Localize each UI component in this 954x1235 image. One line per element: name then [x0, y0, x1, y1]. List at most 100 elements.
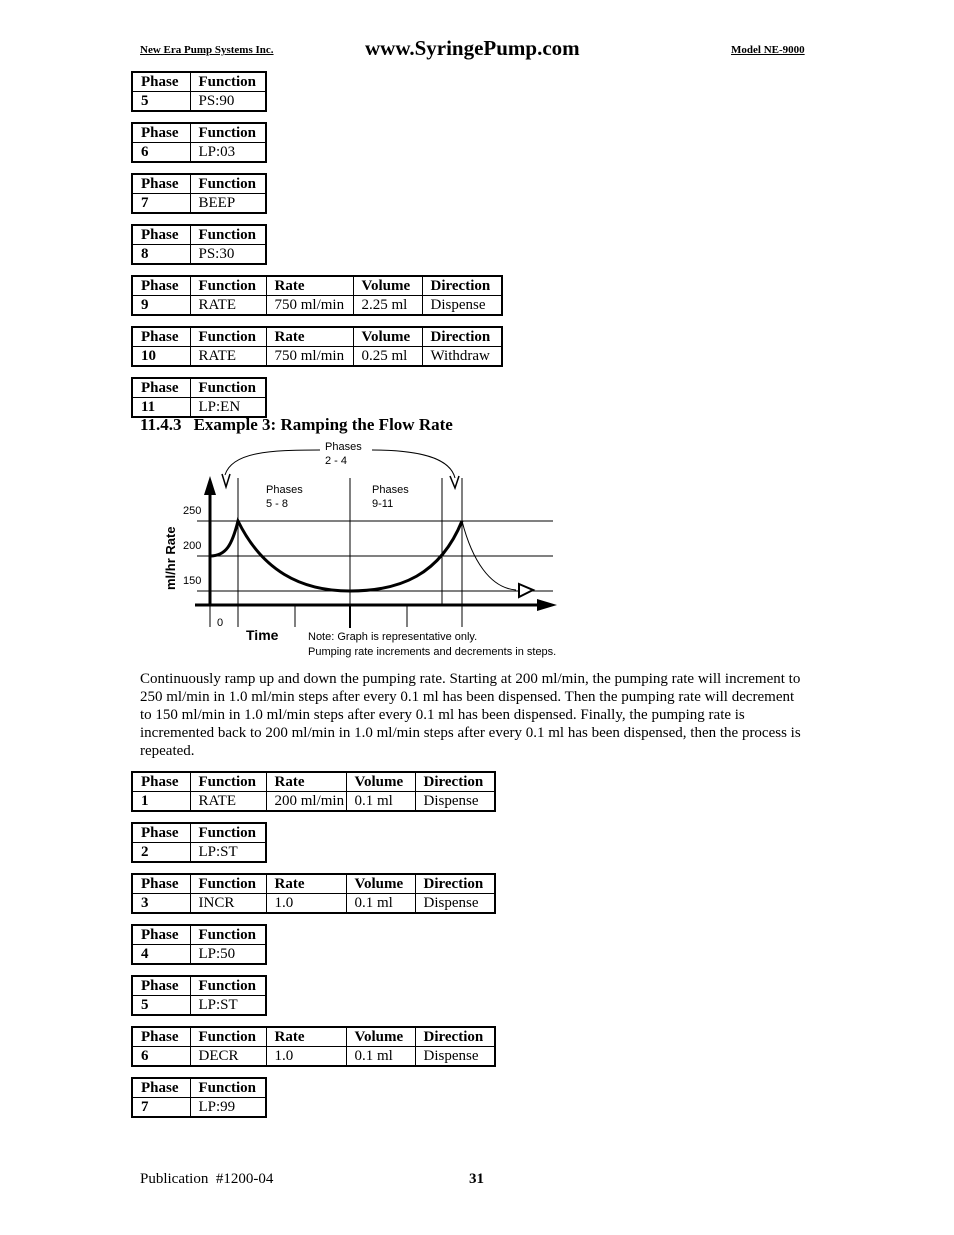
ramp-diagram: Phases 2 - 4 Phases 5 - 8 Phases 9-11 25… [163, 441, 557, 658]
cell-rate: 1.0 [265, 1046, 346, 1066]
column-header-function: Function [189, 874, 266, 894]
table-header-row: Phase Function Rate Volume Direction [132, 1027, 495, 1047]
x-axis-label: Time [246, 627, 279, 643]
cell-rate: 750 ml/min [265, 295, 353, 315]
column-header-phase: Phase [132, 1027, 190, 1047]
table-row: 1 RATE 200 ml/min 0.1 ml Dispense [132, 791, 495, 811]
cell-phase: 1 [141, 793, 149, 809]
note-line-1: Note: Graph is representative only. [308, 631, 477, 643]
column-header-phase: Phase [132, 378, 190, 398]
column-header-function: Function [189, 276, 266, 296]
column-header-function: Function [189, 378, 266, 398]
column-header-function: Function [189, 72, 266, 92]
column-header-direction: Direction [421, 327, 502, 347]
table-header-row: Phase Function Rate Volume Direction [132, 327, 502, 347]
column-header-rate: Rate [265, 327, 353, 347]
cell-rate: 200 ml/min [265, 791, 346, 811]
column-header-function: Function [189, 976, 266, 996]
table-row: 4 LP:50 [132, 944, 266, 964]
cell-phase: 6 [141, 1048, 149, 1064]
column-header-phase: Phase [132, 276, 190, 296]
column-header-phase: Phase [132, 1078, 190, 1098]
footer-page-number: 31 [469, 1171, 484, 1187]
column-header-function: Function [189, 1078, 266, 1098]
column-header-direction: Direction [414, 874, 495, 894]
cell-direction: Dispense [414, 893, 495, 913]
table-row: 6 LP:03 [132, 142, 266, 162]
column-header-function: Function [189, 123, 266, 143]
table-header-row: Phase Function [132, 823, 266, 843]
cell-volume: 0.1 ml [345, 791, 415, 811]
cell-function: PS:30 [189, 244, 266, 264]
section-title: Example 3: Ramping the Flow Rate [193, 415, 453, 434]
loop-label-2: 2 - 4 [325, 455, 347, 467]
cell-function: LP:99 [189, 1097, 266, 1117]
cell-direction: Dispense [414, 1046, 495, 1066]
region1-label-1: Phases [266, 484, 303, 496]
description-paragraph: Continuously ramp up and down the pumpin… [140, 671, 801, 759]
cell-function: PS:90 [189, 91, 266, 111]
cell-function: LP:ST [189, 842, 266, 862]
phase-table: Phase Function 5 LP:ST [131, 975, 267, 1016]
cell-phase: 7 [141, 1099, 149, 1115]
loop-arrowhead-icon [221, 473, 460, 491]
phase-table: Phase Function Rate Volume Direction 3 INCR 1.0… [131, 873, 496, 914]
table-row: 2 LP:ST [132, 842, 266, 862]
column-header-function: Function [189, 772, 266, 792]
table-row: 3 INCR 1.0 0.1 ml Dispense [132, 893, 495, 913]
column-header-phase: Phase [132, 874, 190, 894]
column-header-function: Function [189, 1027, 266, 1047]
table-header-row: Phase Function [132, 174, 266, 194]
table-row: 6 DECR 1.0 0.1 ml Dispense [132, 1046, 495, 1066]
cell-phase: 2 [141, 844, 149, 860]
note-line-2: Pumping rate increments and decrements i… [308, 646, 556, 658]
phase-table: Phase Function Rate Volume Direction 6 DECR 1.0… [131, 1026, 496, 1067]
table-header-row: Phase Function Rate Volume Direction [132, 276, 502, 296]
table-row: 9 RATE 750 ml/min 2.25 ml Dispense [132, 295, 502, 315]
column-header-phase: Phase [132, 327, 190, 347]
region2-label-1: Phases [372, 484, 409, 496]
cell-volume: 0.1 ml [345, 1046, 415, 1066]
repeat-arrow-icon [518, 582, 536, 599]
table-header-row: Phase Function [132, 1078, 266, 1098]
cell-phase: 8 [141, 246, 149, 262]
section-number: 11.4.3 [140, 415, 182, 434]
column-header-volume: Volume [352, 276, 422, 296]
cell-phase: 9 [141, 297, 149, 313]
column-header-rate: Rate [265, 276, 353, 296]
cell-phase: 4 [141, 946, 149, 962]
cell-function: LP:50 [189, 944, 266, 964]
phase-table: Phase Function 6 LP:03 [131, 122, 267, 163]
column-header-direction: Direction [421, 276, 502, 296]
column-header-function: Function [189, 823, 266, 843]
cell-volume: 0.1 ml [345, 893, 415, 913]
cell-direction: Withdraw [421, 346, 502, 366]
table-header-row: Phase Function Rate Volume Direction [132, 772, 495, 792]
column-header-rate: Rate [265, 1027, 346, 1047]
phase-table: Phase Function 2 LP:ST [131, 822, 267, 863]
phase-table: Phase Function 7 LP:99 [131, 1077, 267, 1118]
section-heading: 11.4.3 Example 3: Ramping the Flow Rate [140, 415, 453, 435]
cell-function: RATE [189, 295, 266, 315]
cell-function: BEEP [189, 193, 266, 213]
phase-table: Phase Function Rate Volume Direction 10 RATE 75… [131, 326, 503, 367]
phase-table: Phase Function Rate Volume Direction 9 RATE 750… [131, 275, 503, 316]
cell-function: LP:03 [189, 142, 266, 162]
phase-tables-top: Phase Function 5 PS:90 Phase Function 6 LP:03 Ph… [131, 71, 503, 428]
table-header-row: Phase Function [132, 123, 266, 143]
x-origin-label: 0 [217, 617, 223, 629]
column-header-function: Function [189, 925, 266, 945]
phase-tables-bottom: Phase Function Rate Volume Direction 1 RATE 200… [131, 771, 496, 1128]
cell-volume: 0.25 ml [352, 346, 422, 366]
cell-function: INCR [189, 893, 266, 913]
column-header-phase: Phase [132, 174, 190, 194]
cell-phase: 7 [141, 195, 149, 211]
cell-rate: 750 ml/min [265, 346, 353, 366]
column-header-phase: Phase [132, 772, 190, 792]
region1-label-2: 5 - 8 [266, 498, 288, 510]
cell-function: RATE [189, 346, 266, 366]
table-header-row: Phase Function [132, 72, 266, 92]
y-axis-label: ml/hr Rate [163, 526, 178, 590]
table-header-row: Phase Function [132, 925, 266, 945]
phase-table: Phase Function Rate Volume Direction 1 RATE 200… [131, 771, 496, 812]
